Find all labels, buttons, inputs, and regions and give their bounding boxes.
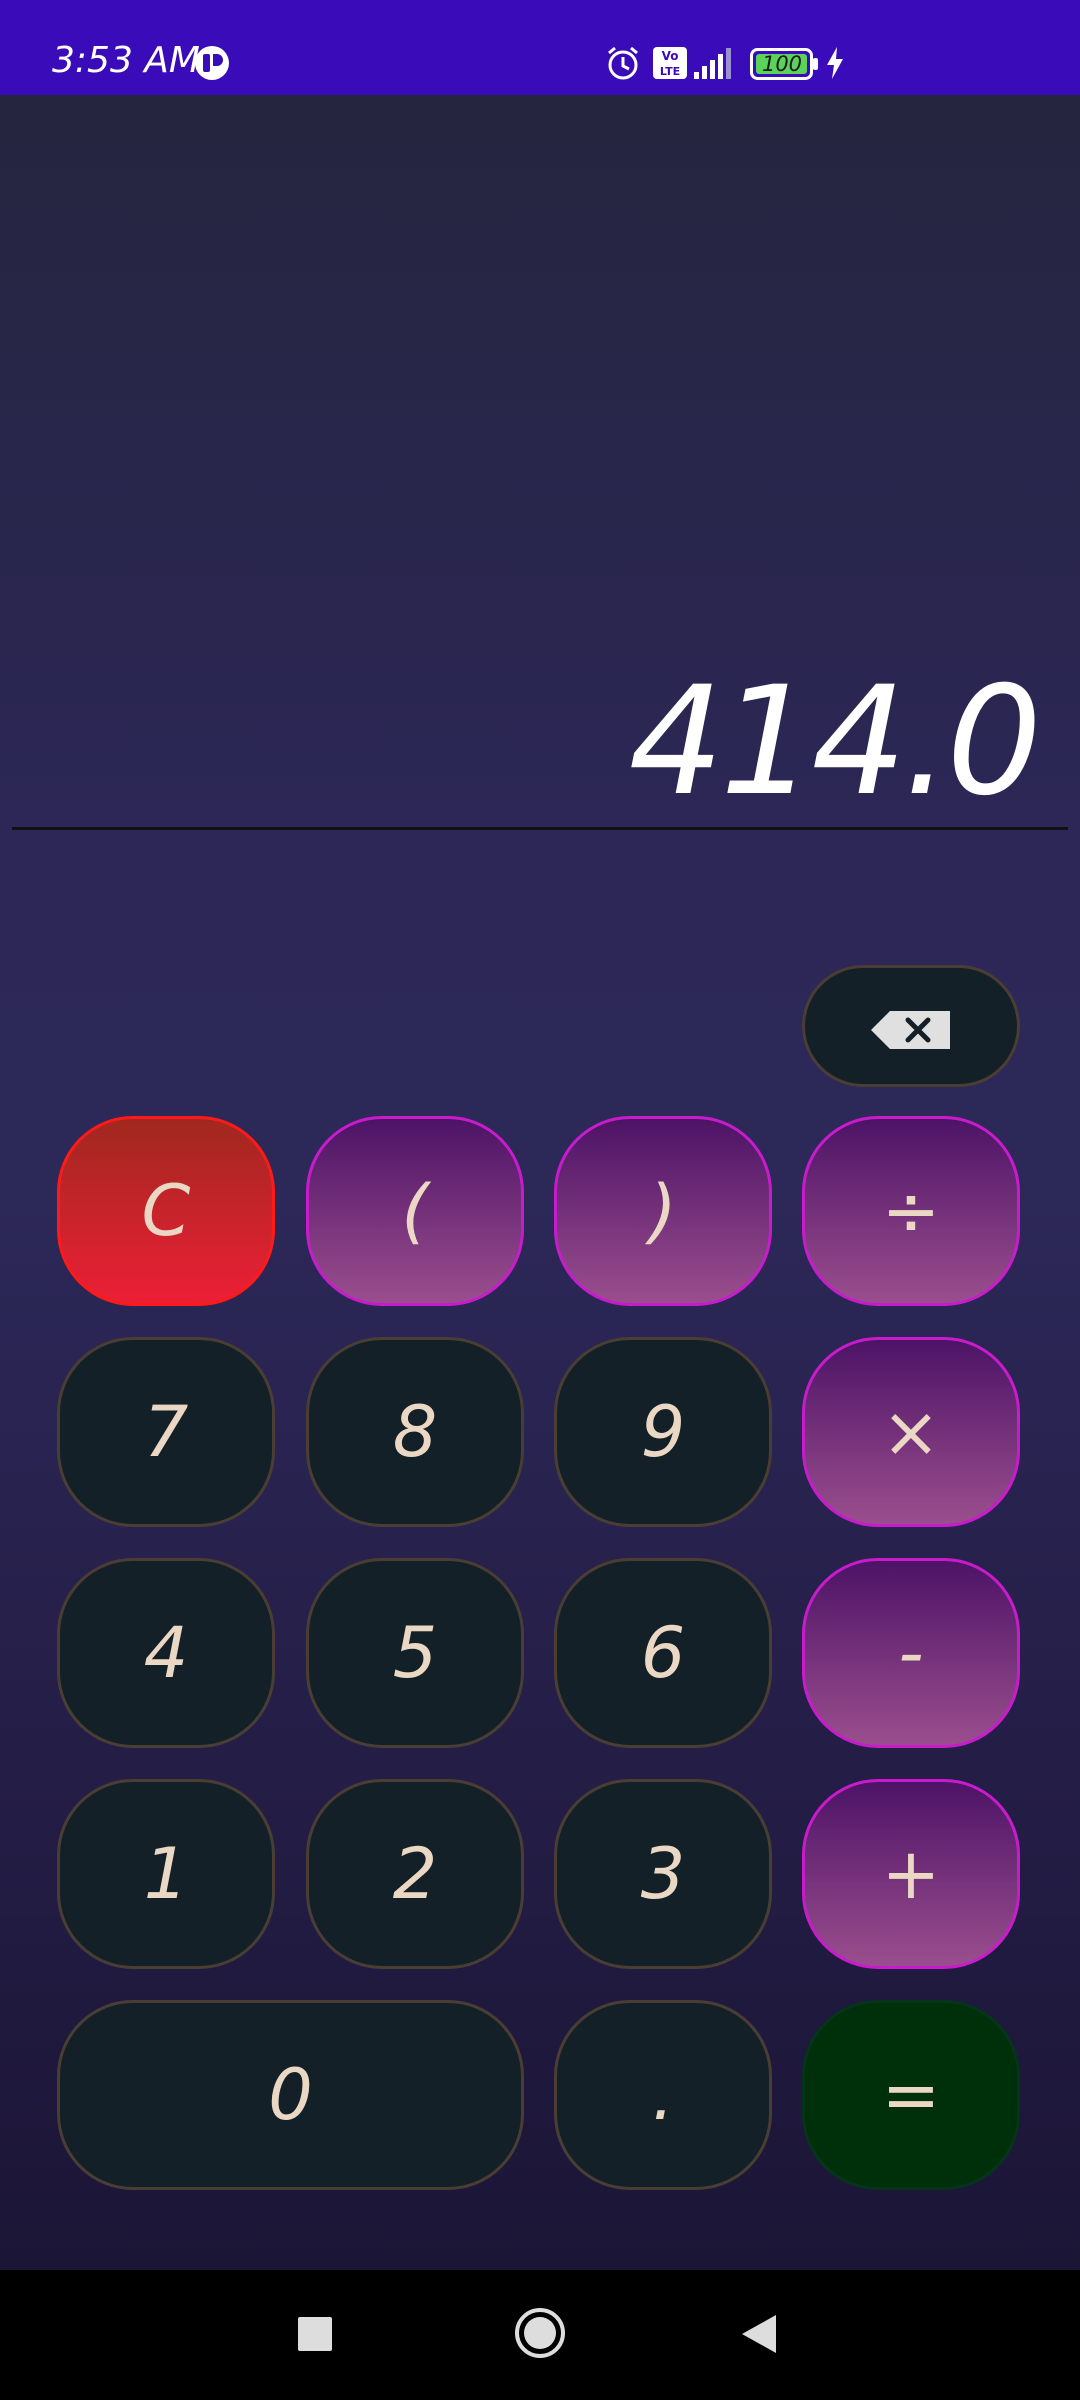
digit-2-button[interactable]: 2 — [306, 1779, 524, 1969]
multiply-button[interactable]: × — [802, 1337, 1020, 1527]
clear-button[interactable]: C — [57, 1116, 275, 1306]
status-time: 3:53 AM — [52, 40, 200, 81]
digit-8-button[interactable]: 8 — [306, 1337, 524, 1527]
digit-4-button[interactable]: 4 — [57, 1558, 275, 1748]
digit-7-button[interactable]: 7 — [57, 1337, 275, 1527]
status-bar: 3:53 AM Vo LTE 100 — [0, 0, 1080, 95]
digit-3-button[interactable]: 3 — [554, 1779, 772, 1969]
close-paren-button[interactable]: ) — [554, 1116, 772, 1306]
result-display: 414.0 — [628, 655, 1042, 829]
digit-5-button[interactable]: 5 — [306, 1558, 524, 1748]
signal-icon — [692, 46, 736, 84]
equals-button[interactable]: = — [802, 2000, 1020, 2190]
backspace-button[interactable] — [802, 965, 1020, 1087]
digit-6-button[interactable]: 6 — [554, 1558, 772, 1748]
svg-text:Vo: Vo — [662, 49, 679, 63]
home-icon[interactable] — [514, 2307, 566, 2363]
app-notification-icon — [194, 45, 230, 85]
recents-icon[interactable] — [298, 2317, 332, 2355]
divide-button[interactable]: ÷ — [802, 1116, 1020, 1306]
back-icon[interactable] — [742, 2315, 776, 2357]
svg-text:LTE: LTE — [660, 65, 680, 78]
battery-level: 100 — [761, 52, 803, 76]
calculator-app: 414.0 C ( ) ÷ 7 8 9 × 4 5 6 - 1 2 3 + 0 … — [0, 95, 1080, 2270]
subtract-button[interactable]: - — [802, 1558, 1020, 1748]
decimal-button[interactable]: . — [554, 2000, 772, 2190]
backspace-icon — [870, 985, 952, 1067]
digit-9-button[interactable]: 9 — [554, 1337, 772, 1527]
volte-icon: Vo LTE — [652, 46, 688, 84]
display-divider — [12, 827, 1068, 830]
digit-0-button[interactable]: 0 — [57, 2000, 524, 2190]
alarm-icon — [604, 44, 642, 86]
open-paren-button[interactable]: ( — [306, 1116, 524, 1306]
add-button[interactable]: + — [802, 1779, 1020, 1969]
navigation-bar — [0, 2270, 1080, 2400]
charging-icon — [824, 46, 846, 84]
digit-1-button[interactable]: 1 — [57, 1779, 275, 1969]
